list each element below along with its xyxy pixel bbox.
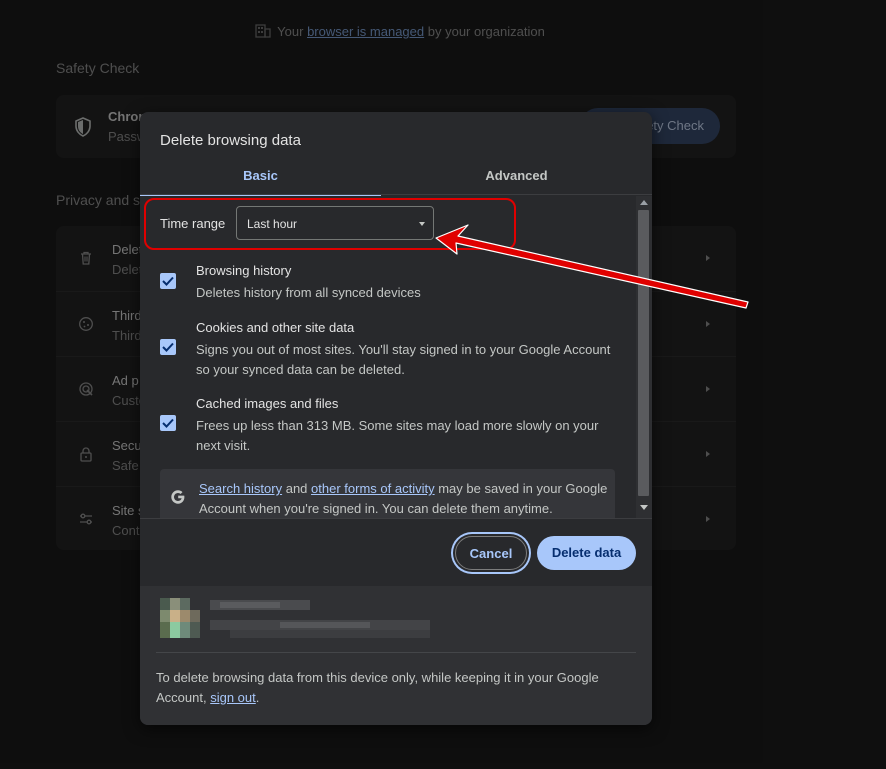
browsing-history-checkbox[interactable]: [160, 273, 176, 289]
footer-divider: [156, 652, 636, 653]
dialog-title: Delete browsing data: [160, 132, 301, 149]
sign-out-link[interactable]: sign out: [210, 690, 256, 705]
checkmark-icon: [162, 276, 174, 286]
annotation-highlight-box: [144, 198, 516, 250]
scroll-up-arrow-icon[interactable]: [640, 200, 648, 205]
checkmark-icon: [162, 418, 174, 428]
tab-basic[interactable]: Basic: [140, 166, 381, 196]
delete-browsing-data-dialog: Delete browsing data Basic Advanced Time…: [140, 112, 652, 725]
footer-end: .: [255, 690, 260, 705]
scroll-down-arrow-icon[interactable]: [640, 505, 648, 510]
google-notice-text: Search history and other forms of activi…: [199, 479, 609, 518]
dialog-footer: To delete browsing data from this device…: [140, 586, 652, 725]
checkmark-icon: [162, 342, 174, 352]
option-description: Deletes history from all synced devices: [196, 285, 421, 300]
cancel-button[interactable]: Cancel: [455, 536, 527, 570]
option-description: Signs you out of most sites. You'll stay…: [196, 342, 611, 377]
google-g-icon: [171, 490, 185, 504]
account-avatar-blurred: [160, 598, 430, 642]
option-title: Browsing history: [196, 263, 292, 278]
dialog-scrollbar[interactable]: [636, 196, 652, 518]
option-description: Frees up less than 313 MB. Some sites ma…: [196, 418, 599, 453]
google-activity-notice: Search history and other forms of activi…: [160, 469, 615, 518]
cookies-checkbox[interactable]: [160, 339, 176, 355]
tab-divider: [140, 194, 652, 195]
notice-and: and: [285, 481, 308, 496]
option-title: Cached images and files: [196, 396, 339, 411]
scrollbar-thumb[interactable]: [638, 210, 649, 496]
scroll-area-divider: [140, 518, 652, 519]
delete-data-button[interactable]: Delete data: [537, 536, 636, 570]
dialog-scroll-area[interactable]: Time range Last hour Browsing history De…: [140, 196, 636, 518]
cached-images-checkbox[interactable]: [160, 415, 176, 431]
other-activity-link[interactable]: other forms of activity: [311, 481, 435, 496]
option-title: Cookies and other site data: [196, 320, 355, 335]
tab-advanced[interactable]: Advanced: [396, 166, 637, 194]
footer-text: To delete browsing data from this device…: [156, 668, 626, 708]
search-history-link[interactable]: Search history: [199, 481, 282, 496]
